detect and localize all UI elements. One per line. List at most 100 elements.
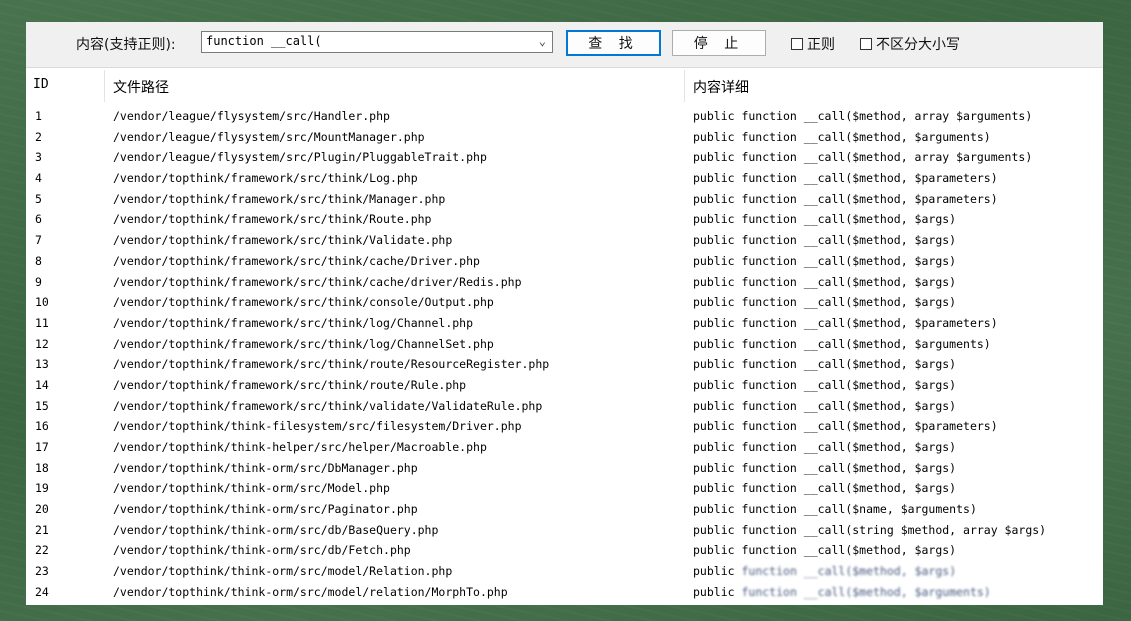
results-list[interactable]: ID 文件路径 内容详细 1/vendor/league/flysystem/s… [26,67,1103,605]
column-header-id[interactable]: ID [33,77,49,92]
row-id: 4 [35,171,42,186]
row-detail-text: public function __call($method, $argumen… [693,336,991,351]
row-detail-text: public function __call(string $method, a… [693,522,1047,537]
row-path: /vendor/topthink/think-helper/src/helper… [113,440,487,454]
table-row[interactable]: 11/vendor/topthink/framework/src/think/l… [26,314,1103,335]
row-detail-text: public function __call($method, array $a… [693,150,1033,165]
row-path: /vendor/topthink/think-orm/src/db/BaseQu… [113,522,439,537]
table-row[interactable]: 8/vendor/topthink/framework/src/think/ca… [26,252,1103,273]
row-detail-text: public function __call($method, $args) [693,481,957,496]
table-row[interactable]: 2/vendor/league/flysystem/src/MountManag… [26,128,1103,149]
chevron-down-icon[interactable]: ⌄ [539,34,546,48]
row-path: /vendor/topthink/framework/src/think/Val… [113,233,453,248]
table-row[interactable]: 16/vendor/topthink/think-filesystem/src/… [26,417,1103,438]
row-id: 24 [35,584,49,599]
table-row[interactable]: 4/vendor/topthink/framework/src/think/Lo… [26,169,1103,190]
table-row[interactable]: 15/vendor/topthink/framework/src/think/v… [26,397,1103,418]
ignore-case-label: 不区分大小写 [876,37,960,53]
stop-button[interactable]: 停 止 [672,30,766,56]
row-id: 16 [35,419,49,434]
row-detail: public function __call($method, $paramet… [693,316,998,330]
search-label: 内容(支持正则): [76,37,176,53]
row-detail: public function __call($method, $args) [693,233,956,247]
row-detail-text: public function __call($method, $args) [693,460,957,475]
row-detail: public function __call($name, $arguments… [693,502,977,516]
regex-checkbox[interactable]: 正则 [791,34,835,54]
column-header-path[interactable]: 文件路径 [113,77,169,97]
table-row[interactable]: 20/vendor/topthink/think-orm/src/Paginat… [26,500,1103,521]
table-row[interactable]: 7/vendor/topthink/framework/src/think/Va… [26,231,1103,252]
row-path: /vendor/league/flysystem/src/Handler.php [113,109,390,123]
row-detail: public function __call(string $method, a… [693,523,1046,537]
row-detail-text: public function __call($method, $args) [693,274,957,289]
table-row[interactable]: 17/vendor/topthink/think-helper/src/help… [26,438,1103,459]
row-id: 17 [35,440,49,454]
row-id: 21 [35,522,49,537]
row-detail: public function __call($method, $args) [693,440,956,454]
row-detail-text: public function __call($name, $arguments… [693,502,977,517]
row-detail: public function __call($method, $args) [693,378,956,392]
table-row[interactable]: 19/vendor/topthink/think-orm/src/Model.p… [26,479,1103,500]
row-id: 18 [35,460,49,475]
row-path: /vendor/league/flysystem/src/MountManage… [113,129,425,144]
row-path: /vendor/topthink/framework/src/think/log… [113,315,474,330]
table-row[interactable]: 24/vendor/topthink/think-orm/src/model/r… [26,583,1103,604]
row-id: 2 [35,129,42,144]
row-detail: public function __call($method, $args) [693,295,956,309]
row-detail-text: public function __call($method, $args) [693,295,957,310]
table-row[interactable]: 10/vendor/topthink/framework/src/think/c… [26,293,1103,314]
checkbox-icon[interactable] [791,38,803,50]
row-id: 12 [35,336,49,351]
table-row[interactable]: 18/vendor/topthink/think-orm/src/DbManag… [26,459,1103,480]
search-window: 内容(支持正则): function __call( ⌄ 查 找 停 止 正则 … [26,22,1103,605]
table-row[interactable]: 6/vendor/topthink/framework/src/think/Ro… [26,210,1103,231]
column-divider[interactable] [684,70,685,102]
row-id: 23 [35,564,49,579]
column-header-detail[interactable]: 内容详细 [693,77,749,97]
table-row[interactable]: 5/vendor/topthink/framework/src/think/Ma… [26,190,1103,211]
row-path: /vendor/topthink/think-orm/src/Paginator… [113,502,418,517]
row-id: 15 [35,398,49,413]
row-path: /vendor/topthink/think-orm/src/Model.php [113,481,390,496]
column-divider[interactable] [104,70,105,102]
ignore-case-checkbox[interactable]: 不区分大小写 [860,34,960,54]
row-detail-text: public function __call($method, $args) [693,233,957,248]
row-detail-text: public function __call($method, $args) [693,212,957,227]
row-detail-text: public function __call($method, $args) [693,543,957,558]
row-detail-text: public function __call($method, $paramet… [693,315,998,330]
table-row[interactable]: 13/vendor/topthink/framework/src/think/r… [26,355,1103,376]
row-detail-text: public function __call($method, array $a… [693,109,1033,123]
table-row[interactable]: 21/vendor/topthink/think-orm/src/db/Base… [26,521,1103,542]
row-detail-text: public function __call($method, $paramet… [693,191,998,206]
row-id: 19 [35,481,49,496]
row-id: 14 [35,377,49,392]
row-path: /vendor/topthink/think-filesystem/src/fi… [113,419,522,434]
row-detail: public function __call($method, $paramet… [693,419,998,433]
row-detail: public function __call($method, $args) [693,212,956,226]
row-path: /vendor/topthink/framework/src/think/val… [113,398,543,413]
row-id: 7 [35,233,42,248]
table-row[interactable]: 1/vendor/league/flysystem/src/Handler.ph… [26,107,1103,128]
regex-label: 正则 [807,37,835,53]
table-row[interactable]: 12/vendor/topthink/framework/src/think/l… [26,335,1103,356]
checkbox-icon[interactable] [860,38,872,50]
row-detail: public function __call($method, $args) [693,481,956,495]
row-path: /vendor/topthink/framework/src/think/cac… [113,253,480,268]
table-row[interactable]: 23/vendor/topthink/think-orm/src/model/R… [26,562,1103,583]
row-path: /vendor/topthink/framework/src/think/cac… [113,274,522,289]
table-row[interactable]: 3/vendor/league/flysystem/src/Plugin/Plu… [26,148,1103,169]
find-button[interactable]: 查 找 [566,30,661,56]
search-input[interactable]: function __call( ⌄ [201,31,553,53]
table-row[interactable]: 9/vendor/topthink/framework/src/think/ca… [26,273,1103,294]
row-detail: public function __call($method, $args) [693,357,956,371]
row-id: 3 [35,150,42,165]
row-id: 1 [35,109,42,123]
row-detail: public function __call($method, $args) [693,275,956,289]
row-detail: public function __call($method, $args) [693,543,956,557]
row-detail: public function __call($method, $argumen… [693,585,991,599]
table-row[interactable]: 22/vendor/topthink/think-orm/src/db/Fetc… [26,541,1103,562]
row-path: /vendor/topthink/framework/src/think/con… [113,295,494,310]
table-row[interactable]: 14/vendor/topthink/framework/src/think/r… [26,376,1103,397]
row-path: /vendor/topthink/think-orm/src/db/Fetch.… [113,543,411,558]
row-path: /vendor/topthink/framework/src/think/Log… [113,171,418,186]
